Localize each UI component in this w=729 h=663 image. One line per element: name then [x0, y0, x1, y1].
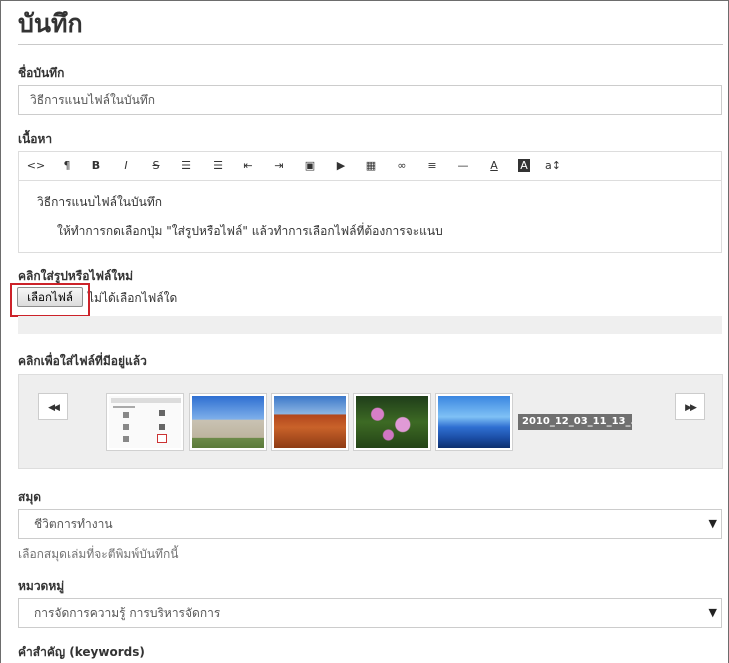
- code-view-icon: <>: [26, 159, 46, 172]
- existing-files-label: คลิกเพื่อใส่ไฟล์ที่มีอยู่แล้ว: [18, 354, 147, 368]
- notebook-label: สมุด: [18, 490, 42, 504]
- notebook-help-text: เลือกสมุดเล่มที่จะตีพิมพ์บันทึกนี้: [18, 547, 179, 561]
- ordered-list-button[interactable]: ☰: [203, 152, 233, 180]
- notebook-select-value: ชีวิตการทำงาน: [34, 517, 113, 531]
- outdent-button[interactable]: ⇤: [233, 152, 263, 180]
- table-button[interactable]: ▦: [356, 152, 386, 180]
- paragraph-button[interactable]: ¶: [52, 152, 82, 180]
- image-icon: ▣: [304, 159, 316, 172]
- strikethrough-icon: S: [152, 159, 160, 172]
- note-title-label: ชื่อบันทึก: [18, 66, 65, 80]
- notebook-select[interactable]: ชีวิตการทำงาน ▼: [18, 509, 722, 539]
- ordered-list-icon: ☰: [213, 159, 223, 172]
- content-label: เนื้อหา: [18, 132, 53, 146]
- building-thumbnail[interactable]: [189, 393, 267, 451]
- note-title-input[interactable]: วิธีการแนบไฟล์ในบันทึก: [18, 85, 722, 115]
- double-chevron-right-icon: ▶▶: [685, 403, 697, 413]
- gallery-next-button[interactable]: ▶▶: [675, 393, 705, 420]
- indent-button[interactable]: ⇥: [264, 152, 294, 180]
- image-button[interactable]: ▣: [295, 152, 325, 180]
- table-icon: ▦: [365, 159, 377, 172]
- strikethrough-button[interactable]: S: [141, 152, 171, 180]
- font-size-button[interactable]: a↕: [538, 152, 568, 180]
- italic-button[interactable]: I: [111, 152, 141, 180]
- desert-thumbnail[interactable]: [271, 393, 349, 451]
- bold-icon: B: [91, 159, 101, 172]
- keywords-label: คำสำคัญ (keywords): [18, 645, 145, 659]
- paragraph-icon: ¶: [63, 159, 71, 172]
- horizontal-rule-icon: —: [457, 159, 469, 172]
- link-icon: ∞: [397, 159, 407, 172]
- water-lilies-thumbnail[interactable]: [353, 393, 431, 451]
- video-icon: ▶: [336, 159, 346, 172]
- dropdown-arrow-icon: ▼: [708, 517, 717, 530]
- unordered-list-icon: ☰: [181, 159, 191, 172]
- title-divider: [18, 44, 723, 45]
- file-gallery: ◀◀ 2010_12_03_11_13_... ▶▶: [18, 374, 723, 469]
- indent-icon: ⇥: [274, 159, 284, 172]
- file-name-tag: 2010_12_03_11_13_...: [518, 414, 632, 430]
- highlight-annotation: [10, 283, 90, 317]
- editor-line-1: วิธีการแนบไฟล์ในบันทึก: [37, 195, 163, 209]
- background-color-icon: A: [518, 159, 530, 172]
- code-view-button[interactable]: <>: [21, 152, 51, 180]
- video-button[interactable]: ▶: [326, 152, 356, 180]
- editor-toolbar: <> ¶ B I S ☰ ☰ ⇤ ⇥ ▣ ▶ ▦ ∞ ≡ — A Aa↕: [18, 151, 722, 180]
- bold-button[interactable]: B: [81, 152, 111, 180]
- upload-progress-area: [18, 316, 722, 334]
- unordered-list-button[interactable]: ☰: [171, 152, 201, 180]
- category-select[interactable]: การจัดการความรู้ การบริหารจัดการ ▼: [18, 598, 722, 628]
- file-status-text: ไม่ได้เลือกไฟล์ใด: [88, 291, 178, 305]
- category-select-value: การจัดการความรู้ การบริหารจัดการ: [34, 606, 221, 620]
- editor-line-2: ให้ทำการกดเลือกปุ่ม "ใส่รูปหรือไฟล์" แล้…: [57, 224, 443, 238]
- page-title: บันทึก: [18, 9, 83, 38]
- font-color-button[interactable]: A: [479, 152, 509, 180]
- category-label: หมวดหมู่: [18, 579, 65, 593]
- italic-icon: I: [124, 159, 128, 172]
- blue-hills-thumbnail[interactable]: [435, 393, 513, 451]
- background-color-button[interactable]: A: [509, 152, 539, 180]
- align-button[interactable]: ≡: [417, 152, 447, 180]
- screenshot-thumbnail[interactable]: [106, 393, 184, 451]
- gallery-prev-button[interactable]: ◀◀: [38, 393, 68, 420]
- dropdown-arrow-icon: ▼: [708, 606, 717, 619]
- editor-body[interactable]: วิธีการแนบไฟล์ในบันทึก ให้ทำการกดเลือกปุ…: [18, 180, 722, 253]
- font-size-icon: a↕: [545, 159, 561, 172]
- font-color-icon: A: [490, 159, 498, 172]
- double-chevron-left-icon: ◀◀: [48, 403, 60, 413]
- horizontal-rule-button[interactable]: —: [448, 152, 478, 180]
- outdent-icon: ⇤: [243, 159, 253, 172]
- align-icon: ≡: [427, 159, 437, 172]
- link-button[interactable]: ∞: [387, 152, 417, 180]
